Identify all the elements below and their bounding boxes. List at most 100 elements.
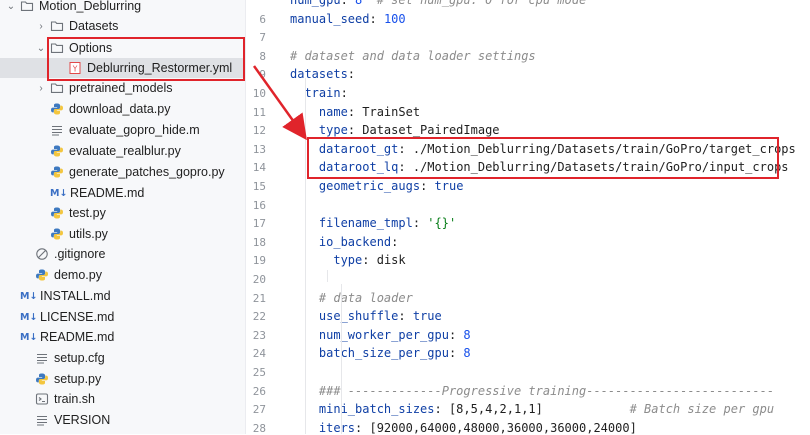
tree-file-item[interactable]: evaluate_gopro_hide.m [0, 120, 245, 140]
tree-item-label: train.sh [54, 392, 95, 406]
tree-folder-item[interactable]: ⌄ Motion_Deblurring [0, 0, 245, 16]
code-line[interactable]: manual_seed: 100 [290, 10, 406, 28]
tree-file-item[interactable]: train.sh [0, 389, 245, 409]
code-line[interactable]: filename_tmpl: '{}' [290, 214, 456, 232]
code-token: : [398, 309, 413, 324]
code-token: : disk [362, 253, 406, 268]
code-line[interactable]: name: TrainSet [290, 103, 420, 121]
code-token: iters [318, 420, 356, 434]
tree-file-item[interactable]: setup.cfg [0, 348, 245, 368]
line-number: 14 [252, 161, 266, 175]
chevron-right-icon[interactable]: › [35, 83, 47, 94]
text-file-icon [35, 413, 49, 427]
code-line[interactable]: dataroot_gt: ./Motion_Deblurring/Dataset… [290, 140, 796, 158]
code-line[interactable]: datasets: [290, 65, 355, 83]
tree-file-item[interactable]: download_data.py [0, 99, 245, 119]
tree-folder-item[interactable]: ⌄ Options [0, 38, 245, 58]
svg-text:Y: Y [72, 65, 78, 74]
line-number: 17 [252, 217, 266, 231]
code-token: : [391, 234, 399, 249]
line-number: 15 [252, 180, 266, 193]
python-file-icon [35, 372, 49, 386]
code-line[interactable]: type: Dataset_PairedImage [290, 121, 500, 139]
code-token: # Batch size per gpu [629, 402, 775, 417]
code-line[interactable]: dataroot_lq: ./Motion_Deblurring/Dataset… [290, 158, 789, 176]
tree-file-item[interactable]: M↓ INSTALL.md [0, 286, 245, 306]
python-file-icon [50, 165, 64, 179]
tree-file-item[interactable]: VERSION [0, 410, 245, 430]
tree-file-item[interactable]: M↓ LICENSE.md [0, 307, 245, 327]
code-line[interactable]: # data loader [290, 289, 413, 307]
code-token: batch_size_per_gpu [318, 346, 449, 361]
tree-item-label: download_data.py [69, 102, 171, 116]
code-token: true [412, 309, 442, 324]
code-token: : [369, 11, 384, 26]
line-number: 21 [252, 291, 266, 305]
code-line[interactable]: type: disk [290, 251, 406, 269]
code-token: : ./Motion_Deblurring/Datasets/train/GoP… [398, 141, 796, 156]
tree-file-item[interactable]: Y Deblurring_Restormer.yml [0, 58, 245, 78]
tree-item-label: generate_patches_gopro.py [69, 165, 225, 179]
code-line[interactable]: ### -------------Progressive training---… [290, 382, 774, 400]
text-file-icon [50, 123, 64, 137]
code-token: : [340, 0, 356, 7]
tree-file-item[interactable]: generate_patches_gopro.py [0, 162, 245, 182]
line-number: 12 [252, 124, 266, 138]
tree-file-item[interactable]: setup.py [0, 369, 245, 389]
line-number: 13 [252, 142, 266, 156]
code-token: '{}' [427, 216, 457, 231]
code-line[interactable]: mini_batch_sizes: [8,5,4,2,1,1] # Batch … [290, 400, 774, 418]
code-line[interactable]: num_worker_per_gpu: 8 [290, 326, 471, 344]
line-number: 25 [252, 366, 266, 379]
code-token: 100 [383, 11, 406, 26]
tree-file-item[interactable]: test.py [0, 203, 245, 223]
code-token: # data loader [318, 290, 413, 305]
code-token: 8 [463, 346, 471, 361]
code-editor[interactable]: num_gpu: 8 # set num_gpu: 0 for cpu mode… [290, 0, 810, 434]
line-number: 16 [252, 198, 266, 212]
markdown-icon: M↓ [50, 187, 68, 199]
code-line[interactable]: use_shuffle: true [290, 307, 442, 325]
python-file-icon [50, 206, 64, 220]
tree-item-label: README.md [40, 330, 115, 344]
code-token: # dataset and data loader settings [290, 48, 536, 63]
code-token: num_gpu [290, 0, 341, 7]
code-line[interactable]: train: [290, 84, 347, 102]
chevron-down-icon[interactable]: ⌄ [5, 1, 17, 12]
code-line[interactable]: # dataset and data loader settings [290, 47, 536, 65]
code-line[interactable]: num_gpu: 8 # set num_gpu: 0 for cpu mode [290, 0, 586, 9]
code-token: filename_tmpl [318, 216, 413, 231]
code-token: io_backend [318, 234, 392, 249]
tree-file-item[interactable]: demo.py [0, 265, 245, 285]
tree-file-item[interactable]: .gitignore [0, 244, 245, 264]
tree-item-label: pretrained_models [69, 81, 173, 95]
line-number-gutter: 6 7 8 9 10 11 12 13 14 15 16 17 18 19 20 21 22 23 24 25 26 27… [246, 0, 286, 435]
line-number: 18 [252, 235, 266, 249]
line-number: 24 [252, 347, 266, 361]
code-token: num_worker_per_gpu [318, 327, 449, 342]
line-number: 28 [252, 421, 266, 435]
tree-file-item[interactable]: evaluate_realblur.py [0, 141, 245, 161]
tree-item-label: evaluate_realblur.py [69, 144, 181, 158]
tree-file-item[interactable]: M↓ README.md [0, 183, 245, 203]
chevron-down-icon[interactable]: ⌄ [35, 43, 47, 54]
line-number: 27 [252, 403, 266, 417]
code-line[interactable]: batch_size_per_gpu: 8 [290, 344, 471, 362]
tree-folder-item[interactable]: › pretrained_models [0, 78, 245, 98]
code-token: # set num_gpu: 0 for cpu mode [362, 0, 587, 7]
tree-file-item[interactable]: M↓ README.md [0, 327, 245, 347]
line-number: 6 [259, 12, 266, 26]
code-line[interactable]: geometric_augs: true [290, 177, 464, 195]
text-file-icon [35, 351, 49, 365]
code-token: train [304, 86, 341, 100]
tree-item-label: evaluate_gopro_hide.m [69, 123, 200, 137]
line-number: 9 [259, 68, 266, 82]
line-number: 26 [252, 384, 266, 398]
chevron-right-icon[interactable]: › [35, 21, 47, 32]
tree-folder-item[interactable]: › Datasets [0, 16, 245, 36]
code-token: : [420, 179, 435, 193]
ignore-file-icon [35, 247, 49, 261]
tree-file-item[interactable]: utils.py [0, 224, 245, 244]
